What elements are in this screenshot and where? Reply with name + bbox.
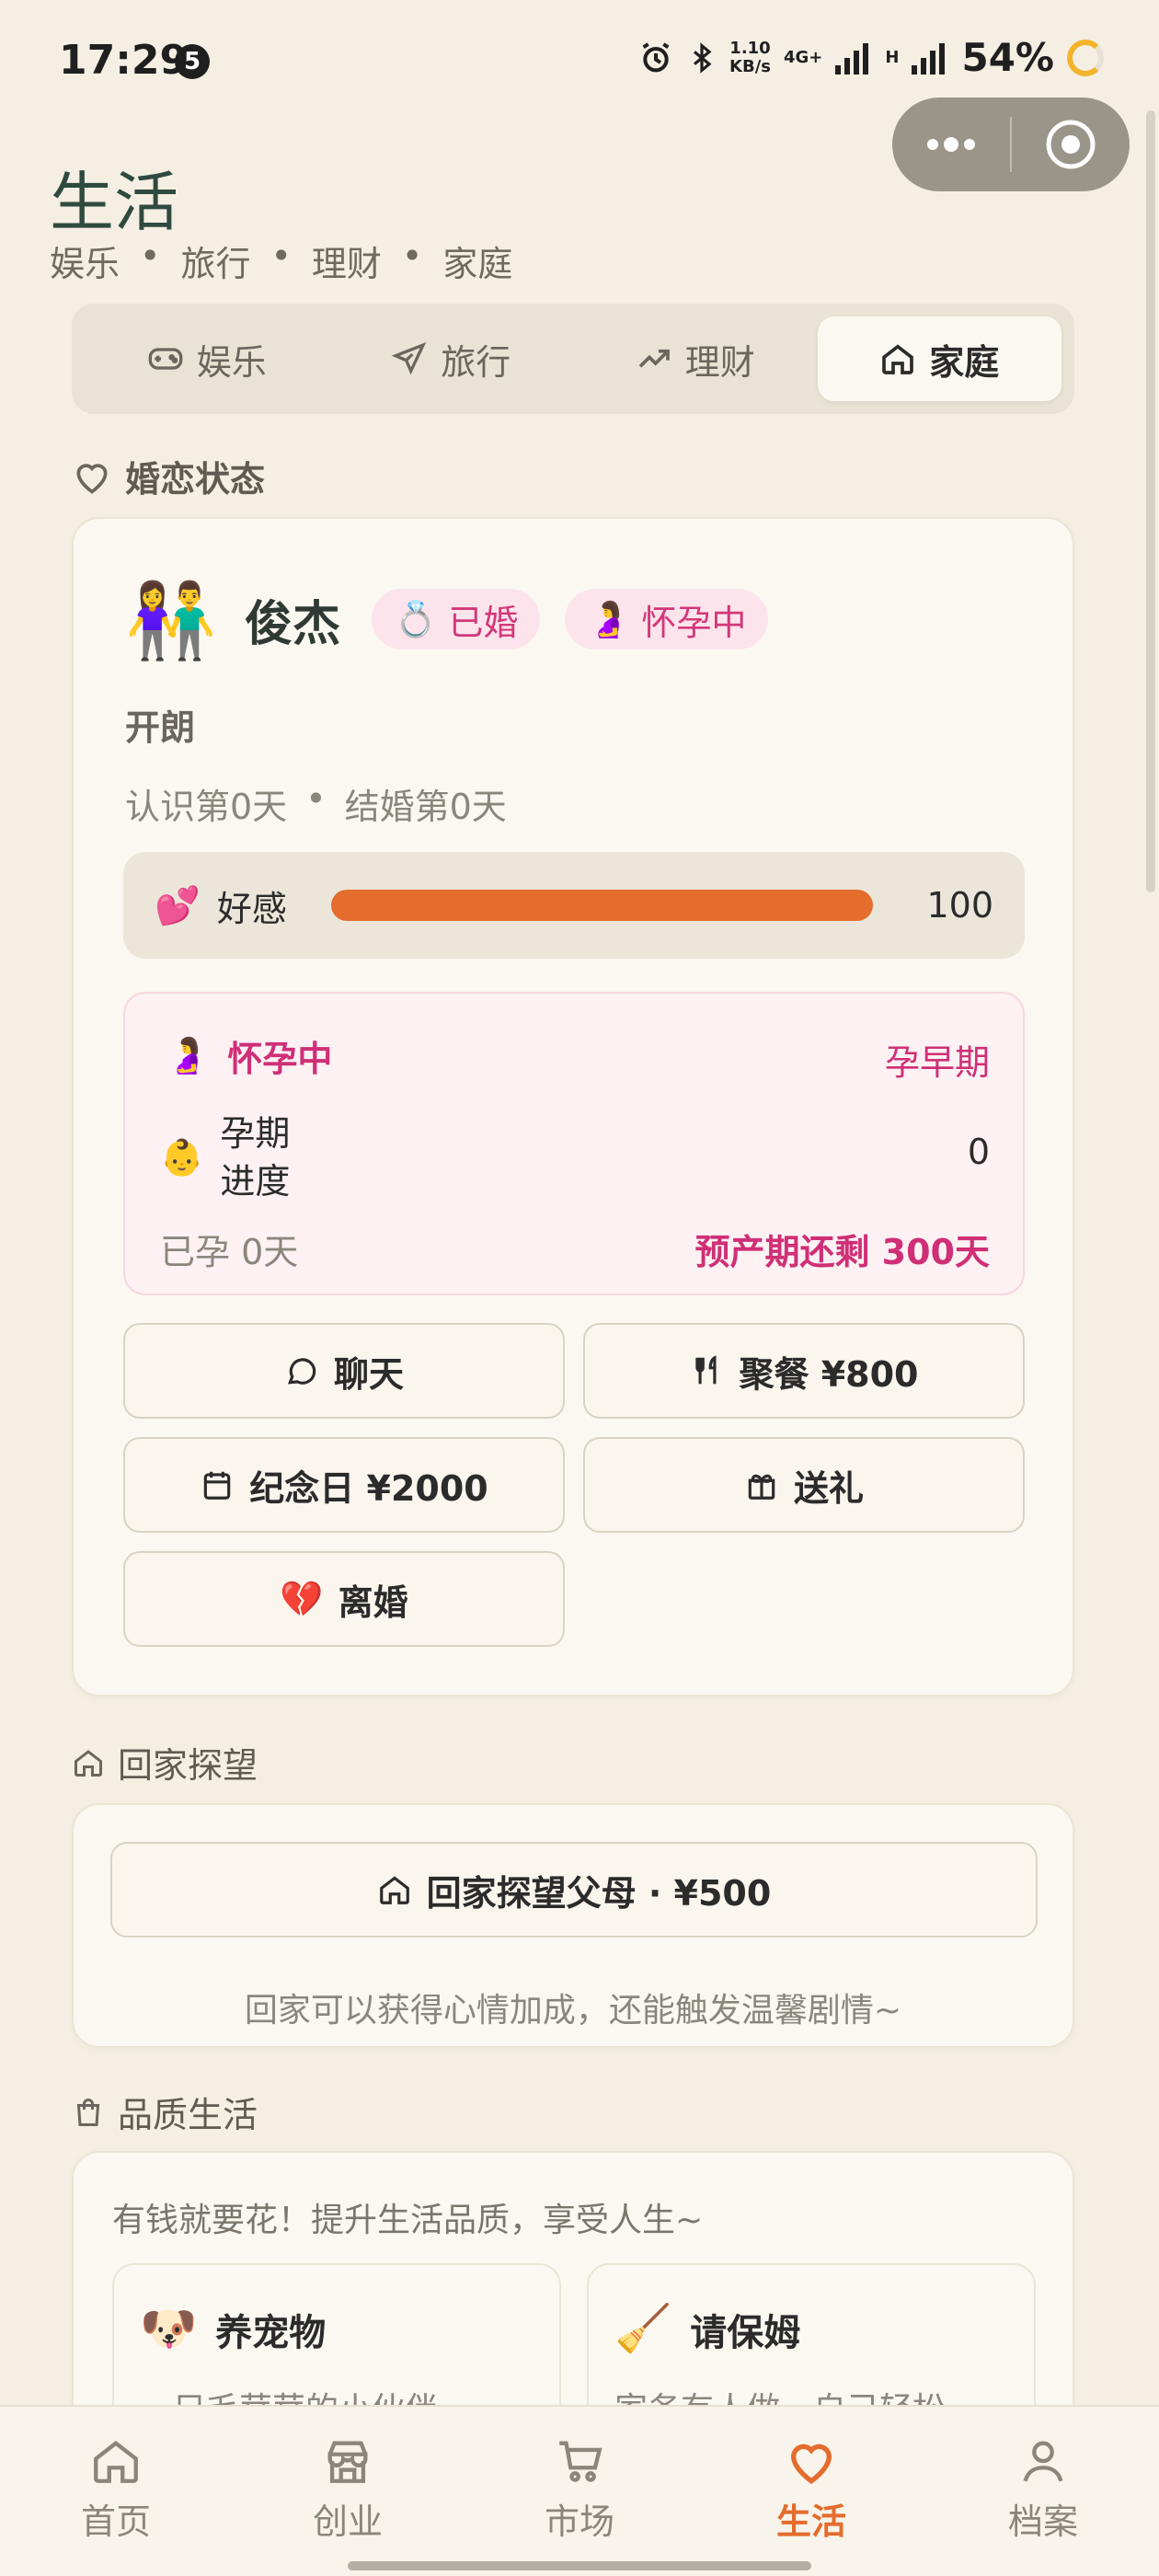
- battery-percent: 54%: [961, 35, 1054, 80]
- status-icons: 1.10 KB/s 4G+ H 54%: [637, 35, 1104, 80]
- heart-icon: [791, 2444, 832, 2484]
- partner-trait: 开朗: [125, 707, 196, 748]
- ring-icon: 💍: [394, 598, 438, 639]
- scrollbar[interactable]: [1146, 110, 1155, 892]
- miniprogram-capsule: [892, 98, 1130, 191]
- broom-icon: 🧹: [614, 2302, 672, 2355]
- page-title: 生活: [50, 165, 178, 240]
- tab-family[interactable]: 家庭: [817, 316, 1061, 401]
- calendar-icon: [204, 1471, 231, 1500]
- relationship-days: 认识第0天 • 结婚第0天: [125, 778, 507, 827]
- affection-meter: 💕 好感 100: [123, 852, 1025, 959]
- broken-heart-icon: 💔: [280, 1578, 324, 1619]
- pregnancy-progress-value: 0: [967, 1132, 990, 1172]
- gamepad-icon: [148, 348, 183, 370]
- trending-up-icon: [638, 349, 670, 368]
- utensils-icon: [694, 1355, 716, 1385]
- pregnancy-title: 🤰 怀孕中: [166, 1035, 333, 1079]
- gift-button[interactable]: 送礼: [583, 1437, 1025, 1533]
- alarm-icon: [642, 41, 670, 72]
- pregnancy-progress-label: 👶 孕期 进度: [160, 1113, 291, 1202]
- visit-parents-button[interactable]: 回家探望父母 · ¥500: [110, 1842, 1038, 1938]
- home-icon: [882, 344, 914, 374]
- married-badge: 💍 已婚: [372, 589, 541, 650]
- pregnancy-panel: 🤰 怀孕中 孕早期 👶 孕期 进度 0 已孕 0天 预产期还剩 300天: [123, 992, 1025, 1295]
- category-tabs: 娱乐 旅行 理财 家庭: [72, 304, 1074, 414]
- more-button[interactable]: [892, 98, 1010, 191]
- close-miniprogram-button[interactable]: [1012, 98, 1130, 191]
- network-speed: 1.10 KB/s: [729, 38, 771, 76]
- quality-intro: 有钱就要花！提升生活品质，享受人生~: [112, 2202, 704, 2239]
- nav-market[interactable]: 市场: [464, 2407, 695, 2576]
- cart-icon: [559, 2441, 602, 2482]
- chat-icon: [287, 1358, 316, 1385]
- pregnancy-days: 已孕 0天: [160, 1232, 299, 1272]
- nav-life[interactable]: 生活: [695, 2407, 927, 2576]
- bluetooth-icon: [694, 41, 712, 74]
- relationship-section-title: 婚恋状态: [72, 451, 265, 501]
- nav-business[interactable]: 创业: [232, 2407, 464, 2576]
- chat-button[interactable]: 聊天: [123, 1323, 565, 1419]
- visit-note: 回家可以获得心情加成，还能触发温馨剧情~: [244, 1992, 902, 2030]
- affection-heart-icon: 💕: [155, 884, 201, 927]
- store-icon: [327, 2441, 368, 2483]
- dog-icon: 🐶: [140, 2302, 198, 2355]
- visit-card: 回家探望父母 · ¥500 回家可以获得心情加成，还能触发温馨剧情~: [72, 1803, 1074, 2048]
- home-indicator[interactable]: [348, 2561, 811, 2570]
- nav-home[interactable]: 首页: [0, 2407, 232, 2576]
- plane-icon: [391, 341, 427, 375]
- nanny-title: 🧹 请保姆: [614, 2302, 801, 2355]
- battery-icon: [1067, 39, 1104, 76]
- pregnancy-stage: 孕早期: [884, 1042, 990, 1083]
- nav-profile[interactable]: 档案: [927, 2407, 1159, 2576]
- relationship-card: 👫 俊杰 💍 已婚 🤰 怀孕中 开朗 认识第0天 • 结婚第0天 💕 好感 10…: [72, 517, 1074, 1696]
- tab-travel[interactable]: 旅行: [329, 316, 574, 401]
- heart-outline-icon: [76, 463, 108, 494]
- user-icon: [1023, 2441, 1063, 2482]
- baby-icon: 👶: [160, 1137, 204, 1178]
- status-time: 17:29: [59, 37, 189, 84]
- signal-icon-2: [912, 42, 946, 75]
- bottom-nav: 首页 创业 市场 生活 档案: [0, 2405, 1159, 2576]
- shopping-bag-icon: [76, 2098, 100, 2126]
- pet-title: 🐶 养宠物: [140, 2302, 327, 2355]
- gift-icon: [748, 1474, 775, 1500]
- home-icon: [379, 1876, 409, 1904]
- tab-finance[interactable]: 理财: [573, 316, 818, 401]
- tab-entertainment[interactable]: 娱乐: [85, 316, 329, 401]
- due-date-countdown: 预产期还剩 300天: [694, 1232, 990, 1272]
- anniversary-button[interactable]: 纪念日 ¥2000: [123, 1437, 565, 1533]
- pregnant-icon: 🤰: [587, 598, 631, 639]
- network-type-1: 4G+: [784, 47, 823, 67]
- signal-icon: [835, 42, 869, 75]
- divorce-button[interactable]: 💔 离婚: [123, 1551, 565, 1647]
- pregnant-icon: 🤰: [166, 1035, 210, 1075]
- home-icon: [75, 1749, 102, 1777]
- network-type-2: H: [885, 47, 900, 67]
- visit-section-title: 回家探望: [72, 1737, 258, 1788]
- notification-badge: 5: [175, 44, 210, 79]
- partner-name: 俊杰: [245, 597, 341, 652]
- affection-bar: [330, 890, 874, 921]
- affection-label: 好感: [216, 888, 287, 929]
- quality-section-title: 品质生活: [72, 2087, 258, 2137]
- affection-value: 100: [926, 885, 993, 926]
- more-dots-icon: [927, 137, 975, 152]
- pregnant-badge: 🤰 怀孕中: [565, 589, 769, 650]
- home-icon: [94, 2440, 138, 2483]
- dinner-button[interactable]: 聚餐 ¥800: [583, 1323, 1025, 1419]
- page-subtitle: 娱乐 • 旅行 • 理财 • 家庭: [50, 236, 513, 284]
- target-icon: [1046, 120, 1096, 169]
- couple-avatar: 👫: [125, 578, 217, 663]
